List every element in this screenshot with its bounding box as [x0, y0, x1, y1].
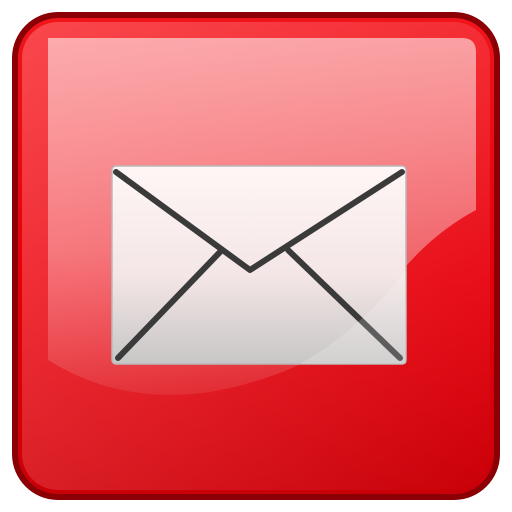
- mail-icon-graphic: [12, 12, 500, 500]
- mail-app-icon[interactable]: [0, 0, 512, 512]
